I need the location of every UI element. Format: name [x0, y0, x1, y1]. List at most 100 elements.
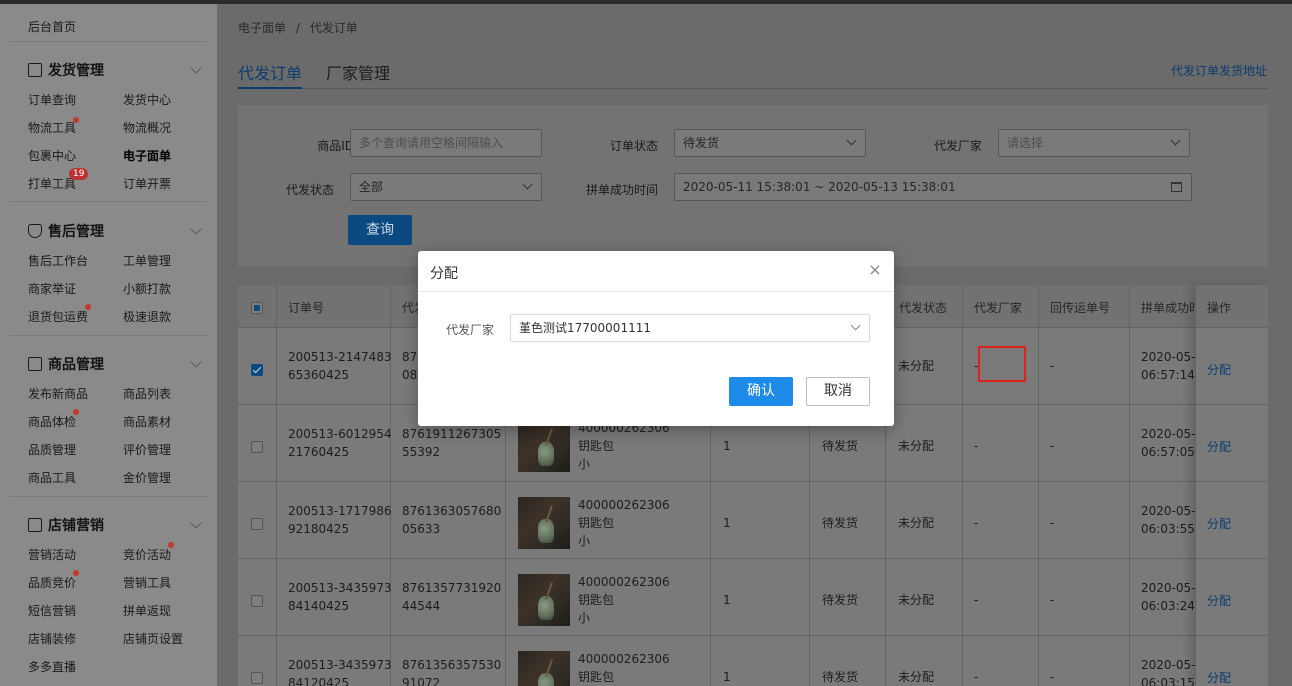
group-time-range-picker[interactable]: 2020-05-11 15:38:01 ~ 2020-05-13 15:38:0…	[674, 173, 1192, 201]
search-button[interactable]: 查询	[348, 215, 412, 245]
sidebar-item-marketing-tools[interactable]: 营销工具	[123, 574, 171, 591]
tracking-number: 8761911267305 55392	[402, 427, 502, 459]
tab-dropship-orders[interactable]: 代发订单	[238, 60, 302, 84]
sidebar-item-package-center[interactable]: 包裹中心	[28, 147, 76, 164]
notification-dot	[73, 117, 79, 123]
confirm-button[interactable]: 确认	[729, 377, 793, 406]
chevron-down-icon[interactable]	[190, 356, 202, 368]
sidebar-group-after-sales[interactable]: 售后管理	[28, 221, 104, 241]
row-checkbox[interactable]	[251, 672, 263, 684]
dialog-factory-select[interactable]: 堇色测试17700001111	[510, 314, 870, 342]
sidebar-item-product-tools[interactable]: 商品工具	[28, 469, 76, 486]
tracking-number: 8761356357530 91072	[402, 658, 502, 686]
dialog-factory-label: 代发厂家	[446, 323, 495, 337]
column-divider	[1038, 285, 1039, 686]
dropship-status-value: 全部	[359, 180, 384, 194]
dropship-status: 未分配	[898, 670, 935, 684]
order-status: 待发货	[822, 593, 859, 607]
factory-select[interactable]: 请选择	[998, 129, 1190, 157]
factory-name: -	[974, 593, 979, 607]
close-icon[interactable]: ×	[866, 261, 884, 279]
sidebar-group-shipping[interactable]: 发货管理	[28, 60, 104, 80]
count-badge: 19	[69, 168, 89, 180]
sidebar-item-product-checkup[interactable]: 商品体检	[28, 413, 76, 430]
sidebar-item-marketing-activity[interactable]: 营销活动	[28, 546, 76, 563]
notification-dot	[85, 304, 91, 310]
sidebar-item-return-freight[interactable]: 退货包运费	[28, 308, 88, 325]
header-dropship-status: 代发状态	[899, 301, 948, 315]
sidebar-divider	[10, 335, 207, 336]
dropship-status-select[interactable]: 全部	[350, 173, 542, 201]
sidebar-item-merchant-evidence[interactable]: 商家举证	[28, 280, 76, 297]
order-status: 待发货	[822, 439, 859, 453]
product-thumbnail	[518, 574, 570, 626]
order-status: 待发货	[822, 670, 859, 684]
sidebar-item-order-query[interactable]: 订单查询	[28, 91, 76, 108]
product-id-input[interactable]: 多个查询请用空格间隔输入	[350, 129, 542, 157]
sidebar-item-bidding-activity[interactable]: 竞价活动	[123, 546, 171, 563]
select-all-checkbox[interactable]	[251, 302, 263, 314]
sidebar-group-marketing[interactable]: 店铺营销	[28, 515, 104, 535]
column-divider	[276, 285, 277, 686]
sidebar-item-print-tool[interactable]: 打单工具	[28, 175, 76, 192]
product-thumbnail	[518, 651, 570, 686]
sidebar-item-product-list[interactable]: 商品列表	[123, 385, 171, 402]
sidebar-item-shipping-center[interactable]: 发货中心	[123, 91, 171, 108]
row-checkbox[interactable]	[251, 441, 263, 453]
sidebar-item-sms-marketing[interactable]: 短信营销	[28, 602, 76, 619]
sidebar: 后台首页 发货管理 订单查询 发货中心 物流工具 物流概况 包裹中心 电子面单 …	[0, 4, 217, 686]
product-thumbnail	[518, 497, 570, 549]
chevron-down-icon[interactable]	[190, 223, 202, 235]
sidebar-item-quality-bidding[interactable]: 品质竞价	[28, 574, 76, 591]
sidebar-item-live-stream[interactable]: 多多直播	[28, 658, 76, 675]
sidebar-item-invoice[interactable]: 订单开票	[123, 175, 171, 192]
order-number: 200513-1717986 92180425	[288, 504, 392, 536]
chevron-down-icon[interactable]	[190, 62, 202, 74]
dropship-status: 未分配	[898, 439, 935, 453]
shipping-address-link[interactable]: 代发订单发货地址	[1171, 62, 1267, 79]
quantity: 1	[723, 670, 731, 684]
sidebar-group-label: 发货管理	[48, 63, 104, 79]
sidebar-group-label: 售后管理	[48, 224, 104, 240]
breadcrumb-item[interactable]: 电子面单	[238, 21, 286, 35]
return-tracking: -	[1050, 439, 1055, 453]
assign-dialog: 分配 × 代发厂家 堇色测试17700001111 确认 取消	[418, 251, 894, 426]
sidebar-item-gold-price[interactable]: 金价管理	[123, 469, 171, 486]
sidebar-divider	[10, 201, 207, 202]
product-info: 400000262306 钥匙包	[578, 652, 670, 684]
sidebar-item-logistics-overview[interactable]: 物流概况	[123, 119, 171, 136]
order-status-label: 订单状态	[609, 139, 658, 153]
sidebar-home-link[interactable]: 后台首页	[28, 18, 76, 35]
chevron-down-icon[interactable]	[190, 517, 202, 529]
row-checkbox[interactable]	[251, 595, 263, 607]
product-id-label: 商品ID	[317, 139, 354, 153]
sidebar-item-product-materials[interactable]: 商品素材	[123, 413, 171, 430]
sidebar-item-shop-page-settings[interactable]: 店铺页设置	[123, 630, 183, 647]
dropship-status-label: 代发状态	[285, 183, 334, 197]
sidebar-item-publish-product[interactable]: 发布新商品	[28, 385, 88, 402]
sidebar-item-shop-decoration[interactable]: 店铺装修	[28, 630, 76, 647]
sidebar-item-review-management[interactable]: 评价管理	[123, 441, 171, 458]
notification-dot	[73, 409, 79, 415]
shop-icon	[28, 518, 42, 532]
row-divider	[238, 558, 1268, 559]
tab-factory-management[interactable]: 厂家管理	[326, 60, 390, 84]
sidebar-item-fast-refund[interactable]: 极速退款	[123, 308, 171, 325]
sidebar-item-logistics-tools[interactable]: 物流工具	[28, 119, 76, 136]
sidebar-item-quality-management[interactable]: 品质管理	[28, 441, 76, 458]
return-tracking: -	[1050, 670, 1055, 684]
sidebar-item-e-waybill[interactable]: 电子面单	[123, 147, 171, 164]
sidebar-item-after-sales-desk[interactable]: 售后工作台	[28, 252, 88, 269]
sidebar-group-products[interactable]: 商品管理	[28, 354, 104, 374]
sidebar-item-cashback[interactable]: 拼单返现	[123, 602, 171, 619]
dropship-status: 未分配	[898, 359, 935, 373]
cancel-button[interactable]: 取消	[806, 377, 870, 406]
sidebar-item-small-payment[interactable]: 小额打款	[123, 280, 171, 297]
order-status-select[interactable]: 待发货	[674, 129, 866, 157]
column-divider	[962, 285, 963, 686]
sidebar-divider	[10, 41, 207, 42]
row-checkbox[interactable]	[251, 364, 263, 376]
sidebar-item-ticket-management[interactable]: 工单管理	[123, 252, 171, 269]
header-factory: 代发厂家	[974, 301, 1023, 315]
row-checkbox[interactable]	[251, 518, 263, 530]
